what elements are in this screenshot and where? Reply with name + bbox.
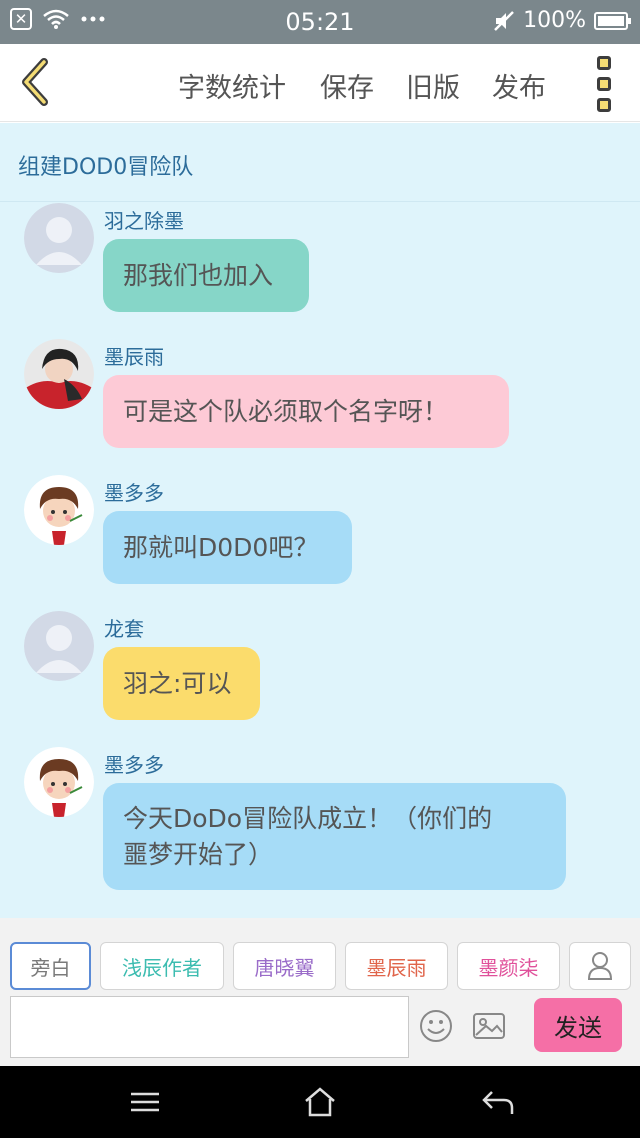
avatar-default[interactable] bbox=[24, 611, 94, 681]
save-button[interactable]: 保存 bbox=[320, 66, 374, 105]
character-avatar-icon bbox=[24, 475, 94, 545]
avatar-default[interactable] bbox=[24, 203, 94, 273]
avatar-moduoduo[interactable] bbox=[24, 475, 94, 545]
top-toolbar: 字数统计 保存 旧版 发布 bbox=[0, 44, 640, 122]
publish-button[interactable]: 发布 bbox=[492, 66, 546, 105]
character-avatar-icon bbox=[24, 339, 94, 409]
role-moyanqi[interactable]: 墨颜柒 bbox=[457, 942, 560, 990]
message-sender: 羽之除墨 bbox=[104, 209, 184, 233]
message-bubble[interactable]: 可是这个队必须取个名字呀！ bbox=[103, 375, 509, 448]
menu-icon[interactable] bbox=[125, 1084, 165, 1120]
more-vertical-icon bbox=[597, 56, 611, 70]
status-bar: ✕ 05:21 100% bbox=[0, 0, 640, 44]
message-sender: 墨多多 bbox=[104, 481, 164, 505]
message-sender: 墨辰雨 bbox=[104, 345, 164, 369]
more-dot bbox=[597, 98, 611, 112]
mute-icon bbox=[494, 10, 514, 31]
battery-icon bbox=[594, 11, 631, 30]
composer-panel: 旁白 浅辰作者 唐晓翼 墨辰雨 墨颜柒 发送 bbox=[0, 918, 640, 1066]
default-avatar-icon bbox=[24, 611, 94, 681]
title-divider bbox=[0, 201, 640, 202]
avatar-moduoduo[interactable] bbox=[24, 747, 94, 817]
message-bubble[interactable]: 那我们也加入 bbox=[103, 239, 309, 312]
message-text-line: 噩梦开始了） bbox=[123, 839, 274, 869]
back-nav-icon[interactable] bbox=[478, 1084, 518, 1120]
message-bubble[interactable]: 今天DoDo冒险队成立！（你们的 噩梦开始了） bbox=[103, 783, 566, 890]
role-manage-button[interactable] bbox=[569, 942, 631, 990]
role-mochenyu[interactable]: 墨辰雨 bbox=[345, 942, 448, 990]
more-dot bbox=[597, 77, 611, 91]
more-menu-button[interactable] bbox=[590, 56, 618, 112]
character-avatar-icon bbox=[24, 747, 94, 817]
old-version-button[interactable]: 旧版 bbox=[406, 66, 460, 105]
message-input[interactable] bbox=[10, 996, 409, 1058]
smiley-icon[interactable] bbox=[418, 1008, 454, 1044]
message-text: 那就叫D0D0吧？ bbox=[123, 532, 319, 562]
message-text: 羽之:可以 bbox=[123, 668, 232, 698]
default-avatar-icon bbox=[24, 203, 94, 273]
word-count-button[interactable]: 字数统计 bbox=[178, 66, 286, 105]
message-text: 那我们也加入 bbox=[123, 260, 274, 290]
home-icon[interactable] bbox=[300, 1084, 340, 1120]
role-narrator[interactable]: 旁白 bbox=[10, 942, 91, 990]
system-nav-bar bbox=[0, 1066, 640, 1138]
avatar-mochenyu[interactable] bbox=[24, 339, 94, 409]
battery-percent: 100% bbox=[523, 8, 586, 33]
role-qianchen-author[interactable]: 浅辰作者 bbox=[100, 942, 224, 990]
message-sender: 龙套 bbox=[104, 617, 144, 641]
back-button[interactable] bbox=[14, 56, 54, 108]
status-right: 100% bbox=[493, 8, 631, 33]
chat-area[interactable]: 组建DOD0冒险队 羽之除墨 那我们也加入 墨辰雨 可是这个队必须取个名字呀！ bbox=[0, 123, 640, 918]
message-bubble[interactable]: 那就叫D0D0吧？ bbox=[103, 511, 352, 584]
message-text: 可是这个队必须取个名字呀！ bbox=[123, 396, 449, 426]
message-bubble[interactable]: 羽之:可以 bbox=[103, 647, 260, 720]
message-sender: 墨多多 bbox=[104, 753, 164, 777]
chevron-left-icon bbox=[22, 58, 48, 106]
role-tangxiaoyi[interactable]: 唐晓翼 bbox=[233, 942, 336, 990]
person-icon bbox=[587, 952, 613, 980]
send-button[interactable]: 发送 bbox=[534, 998, 622, 1052]
image-icon[interactable] bbox=[471, 1008, 507, 1044]
story-title[interactable]: 组建DOD0冒险队 bbox=[18, 149, 193, 181]
message-text-line: 今天DoDo冒险队成立！（你们的 bbox=[123, 803, 493, 833]
